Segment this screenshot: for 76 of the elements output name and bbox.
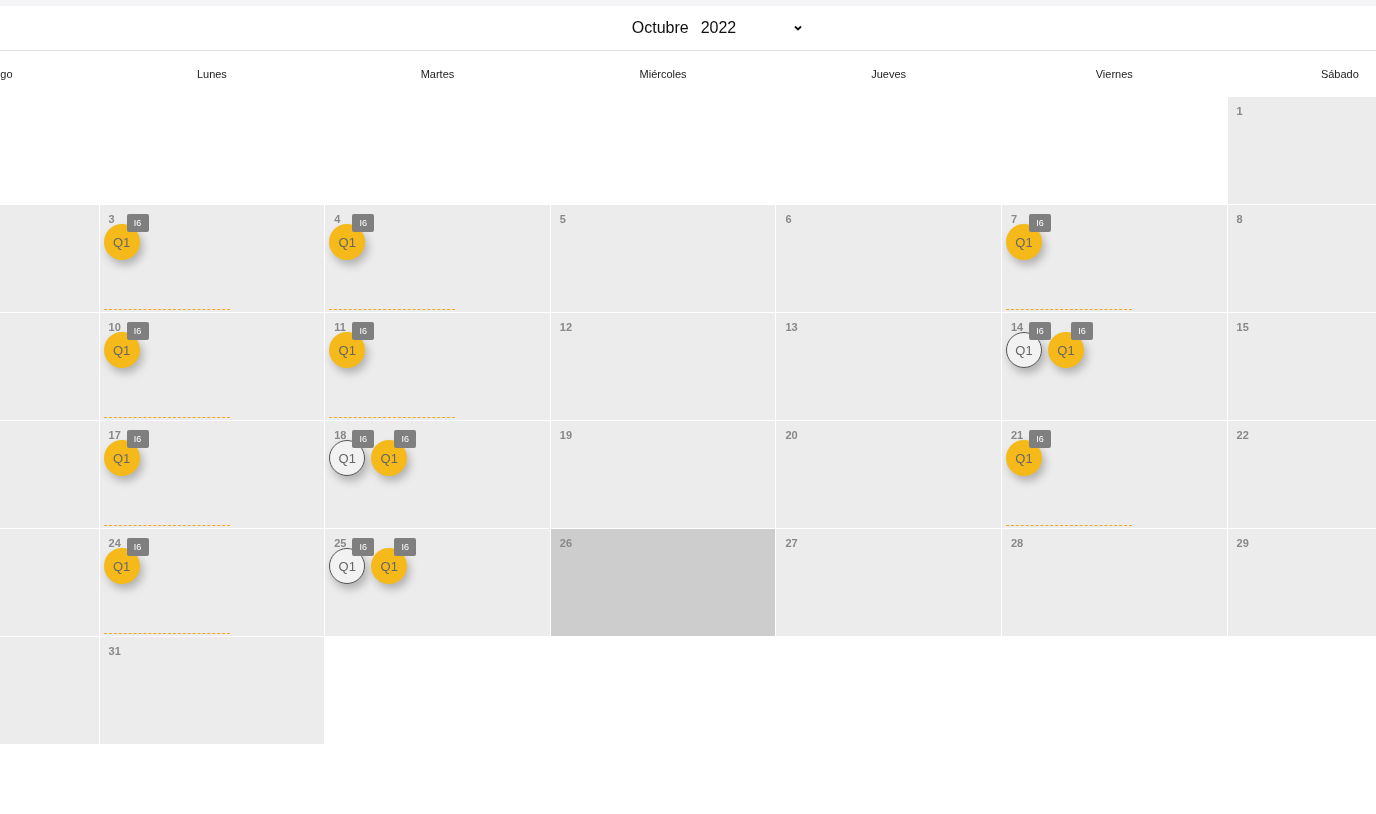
day-number: 10 (108, 321, 121, 333)
month-label: Octubre (631, 19, 689, 37)
day-number: 25 (334, 537, 347, 549)
day-cell[interactable]: 1 (1227, 97, 1376, 204)
day-cell[interactable]: 6 (776, 205, 1001, 312)
day-cell[interactable]: 4 Q1 I6 (325, 205, 550, 312)
event-tag: I6 (394, 430, 417, 448)
day-number: 11 (334, 321, 346, 333)
day-cell[interactable]: 20 (776, 421, 1001, 528)
day-number: 24 (108, 537, 121, 549)
day-number: 29 (1236, 537, 1249, 549)
weekday-label: Martes (420, 68, 455, 80)
weekday-label: go (0, 68, 13, 80)
event-tag: I6 (394, 538, 417, 556)
weekday-label: Sábado (1320, 68, 1359, 80)
day-number: 22 (1236, 429, 1249, 441)
day-cell[interactable]: 27 (776, 529, 1001, 636)
day-number: 27 (785, 537, 798, 549)
day-cell[interactable]: 8 (1227, 205, 1376, 312)
day-number: 14 (1010, 321, 1024, 333)
day-cell[interactable]: 24 Q1 I6 (99, 529, 325, 636)
day-number: 13 (785, 321, 798, 333)
day-cell[interactable]: 5 (550, 205, 776, 312)
day-cell[interactable]: 21 Q1 I6 (1001, 421, 1227, 528)
day-number: 20 (785, 429, 798, 441)
day-cell[interactable]: 15 (1227, 313, 1376, 420)
day-number: 26 (559, 537, 573, 549)
event-tag: I6 (352, 214, 375, 232)
event-tag: I6 (126, 430, 149, 448)
day-number: 7 (1010, 213, 1018, 225)
day-number: 1 (1236, 105, 1243, 117)
day-number: 8 (1236, 213, 1243, 225)
weekday-label: Miércoles (639, 68, 687, 80)
day-number: 4 (334, 213, 341, 225)
weekday-label: Jueves (871, 68, 907, 80)
event-tag: I6 (1028, 430, 1051, 448)
day-cell[interactable]: 25 Q1 I6 Q1 I6 (325, 529, 550, 636)
day-number: 6 (785, 213, 792, 225)
weekday-label: Lunes (196, 68, 227, 80)
day-cell[interactable]: 22 (1227, 421, 1376, 528)
event-tag: I6 (352, 430, 375, 448)
day-cell[interactable]: 12 (550, 313, 776, 420)
day-cell[interactable]: 3 Q1 I6 (99, 205, 325, 312)
day-number: 21 (1010, 429, 1024, 441)
day-number: 28 (1010, 537, 1024, 549)
day-cell[interactable]: 19 (550, 421, 776, 528)
day-cell[interactable]: 18 Q1 I6 Q1 I6 (325, 421, 550, 528)
day-cell[interactable]: 7 Q1 I6 (1001, 205, 1227, 312)
event-tag: I6 (126, 214, 149, 232)
day-cell[interactable]: 28 (1001, 529, 1227, 636)
event-tag: I6 (352, 322, 375, 340)
chevron-down-icon (794, 25, 803, 31)
event-tag: I6 (352, 538, 375, 556)
day-cell[interactable]: 26 (550, 529, 776, 636)
day-number: 5 (559, 213, 566, 225)
day-cell[interactable]: 31 (99, 637, 325, 744)
day-number: 15 (1236, 321, 1249, 333)
event-tag: I6 (126, 322, 149, 340)
event-tag: I6 (126, 538, 149, 556)
day-number: 17 (108, 429, 121, 441)
day-number: 12 (559, 321, 573, 333)
day-cell[interactable]: 29 (1227, 529, 1376, 636)
day-cell[interactable]: 17 Q1 I6 (99, 421, 325, 528)
day-number: 3 (108, 213, 115, 225)
day-number: 19 (559, 429, 573, 441)
event-tag: I6 (1028, 214, 1051, 232)
day-cell[interactable]: 11 Q1 I6 (325, 313, 550, 420)
event-tag: I6 (1028, 322, 1051, 340)
event-tag: I6 (1070, 322, 1093, 340)
day-cell[interactable]: 10 Q1 I6 (99, 313, 325, 420)
weekday-label: Viernes (1095, 68, 1133, 80)
day-cell[interactable]: 14 Q1 I6 Q1 I6 (1001, 313, 1227, 420)
year-select[interactable]: 2022 (700, 17, 803, 39)
day-number: 18 (334, 429, 347, 441)
day-cell[interactable]: 13 (776, 313, 1001, 420)
day-number: 31 (108, 645, 121, 657)
